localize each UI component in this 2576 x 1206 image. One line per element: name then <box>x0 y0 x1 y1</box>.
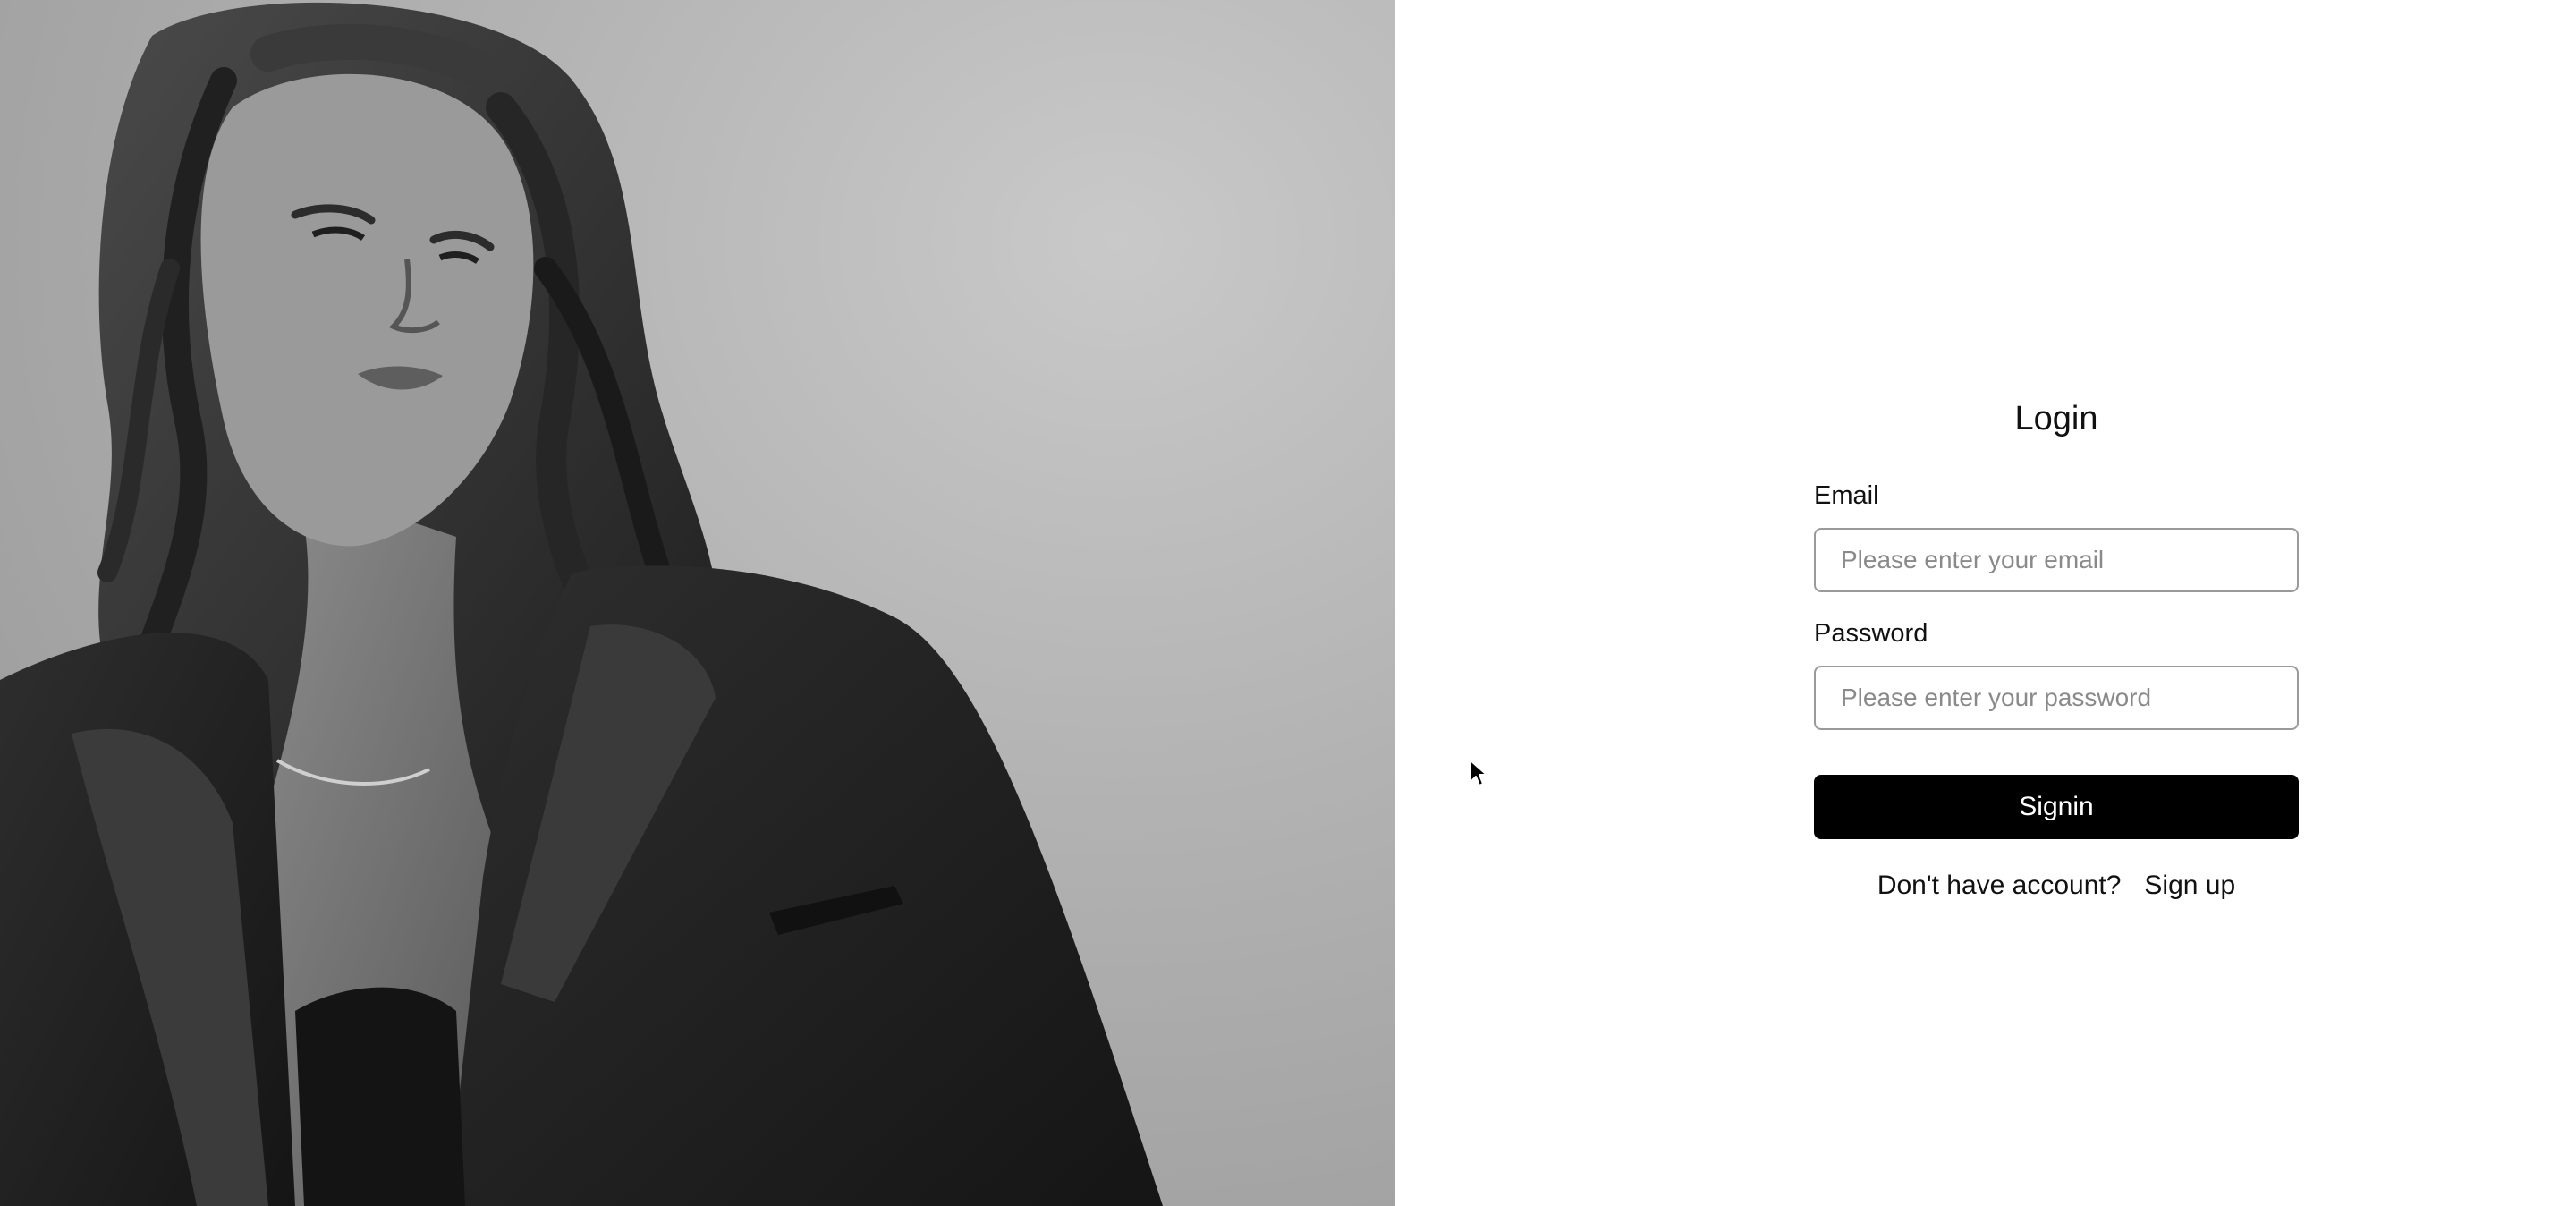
signup-row: Don't have account? Sign up <box>1814 868 2299 904</box>
password-label: Password <box>1814 619 1928 648</box>
mouse-pointer-icon <box>1470 760 1487 786</box>
login-panel: Login Email Password Signin Don't have a… <box>1395 0 2576 1206</box>
password-field-group: Password <box>1814 617 2299 730</box>
password-input[interactable] <box>1814 666 2299 730</box>
signup-link[interactable]: Sign up <box>2144 871 2235 900</box>
email-input[interactable] <box>1814 528 2299 592</box>
signup-prompt: Don't have account? <box>1877 871 2122 900</box>
signin-button[interactable]: Signin <box>1814 775 2299 839</box>
email-label: Email <box>1814 481 1879 510</box>
login-title: Login <box>2014 400 2098 437</box>
login-form: Login Email Password Signin Don't have a… <box>1814 394 2299 904</box>
hero-image <box>0 0 1395 1206</box>
login-page: Login Email Password Signin Don't have a… <box>0 0 2576 1206</box>
portrait-photo <box>0 2 1163 1206</box>
email-field-group: Email <box>1814 480 2299 592</box>
